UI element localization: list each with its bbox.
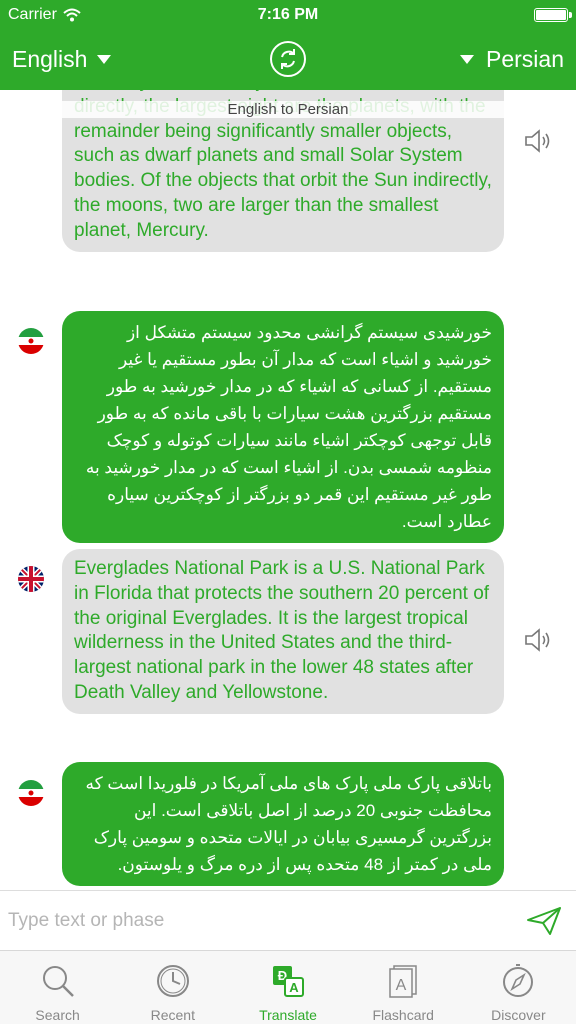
section-label: English to Persian	[0, 101, 576, 118]
compass-icon	[503, 964, 534, 997]
flashcard-icon: A	[389, 965, 417, 998]
swap-languages-button[interactable]	[270, 41, 306, 77]
conversation-area[interactable]: English to Persian indirectly. Of those …	[0, 90, 576, 890]
dropdown-arrow-icon	[97, 55, 112, 64]
battery-icon	[534, 8, 572, 22]
input-bar	[0, 890, 576, 950]
tab-search-label: Search	[35, 1007, 80, 1023]
language-header: English Persian	[0, 30, 576, 90]
translation-message-bubble[interactable]: خورشیدی سیستم گرانشی محدود سیستم متشکل ا…	[62, 311, 504, 543]
status-time: 7:16 PM	[257, 6, 319, 23]
target-language-selector[interactable]: Persian	[460, 46, 564, 73]
tab-search[interactable]: Search	[0, 951, 115, 1024]
speaker-icon[interactable]	[523, 128, 553, 154]
dropdown-arrow-icon	[460, 55, 475, 64]
uk-flag-icon	[18, 566, 44, 592]
clock-icon	[156, 965, 189, 997]
iran-flag-icon	[18, 328, 44, 354]
iran-flag-icon	[18, 780, 44, 806]
tab-discover-label: Discover	[491, 1007, 546, 1023]
tab-bar: Search Recent Đ A Translate A Flashcard	[0, 950, 576, 1024]
translate-icon: Đ A	[273, 966, 304, 997]
target-language-label: Persian	[486, 46, 564, 72]
tab-recent-label: Recent	[150, 1007, 195, 1023]
translation-message-bubble[interactable]: باتلاقی پارک ملی پارک های ملی آمریکا در …	[62, 762, 504, 886]
svg-text:A: A	[396, 977, 407, 994]
tab-flashcard-label: Flashcard	[372, 1007, 434, 1023]
tab-flashcard[interactable]: A Flashcard	[346, 951, 461, 1024]
tab-discover[interactable]: Discover	[461, 951, 576, 1024]
speaker-icon[interactable]	[523, 627, 553, 653]
tab-translate[interactable]: Đ A Translate	[230, 951, 345, 1024]
status-bar: Carrier 7:16 PM	[0, 0, 576, 30]
source-language-selector[interactable]: English	[12, 46, 112, 73]
swap-arrows-icon	[281, 49, 295, 69]
tab-translate-label: Translate	[259, 1007, 317, 1023]
battery-fill	[536, 10, 566, 20]
send-icon[interactable]	[526, 906, 562, 936]
source-language-label: English	[12, 46, 88, 72]
source-message-bubble[interactable]: Everglades National Park is a U.S. Natio…	[62, 549, 504, 714]
svg-text:A: A	[289, 980, 299, 995]
search-icon	[42, 966, 74, 997]
translate-text-input[interactable]	[8, 907, 508, 935]
tab-recent[interactable]: Recent	[115, 951, 230, 1024]
